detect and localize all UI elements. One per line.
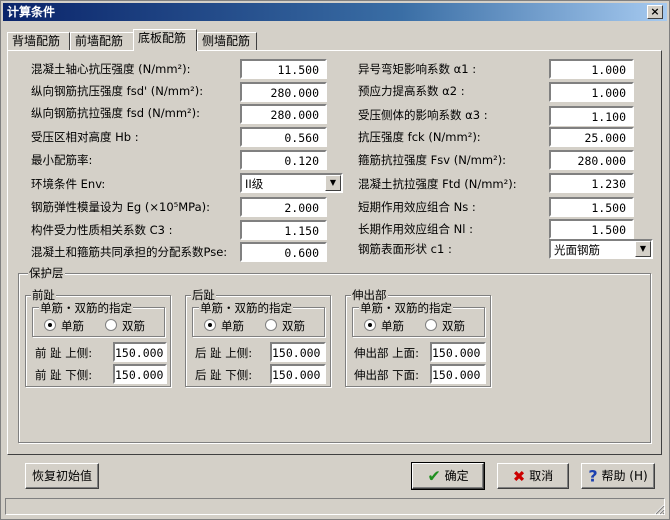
single-radio[interactable] [44,319,56,331]
chevron-down-icon[interactable]: ▼ [635,241,651,257]
status-bar [5,498,665,515]
elastic-modulus-input[interactable]: 2.000 [240,197,327,217]
double-radio[interactable] [105,319,117,331]
ok-button[interactable]: ✔ 确定 [411,462,485,490]
single-radio[interactable] [204,319,216,331]
reset-defaults-button[interactable]: 恢复初始值 [25,463,99,489]
alpha2-input[interactable]: 1.000 [549,82,634,102]
help-icon: ? [588,466,598,486]
single-label: 单筋 [221,319,244,333]
rebar-spec-title: 单筋・双筋的指定 [359,301,453,315]
param-label: 预应力提高系数 α2 : [358,84,465,98]
param-label: 短期作用效应组合 Ns : [358,200,476,214]
title-bar: 计算条件 × [3,3,667,21]
ns-input[interactable]: 1.500 [549,197,634,217]
double-label: 双筋 [282,319,305,333]
param-label: 抗压强度 fck (N/mm²): [358,130,481,144]
param-label: 长期作用效应组合 Nl : [358,222,473,236]
rebar-tensile-strength-input[interactable]: 280.000 [240,104,327,124]
checkmark-icon: ✔ [427,466,441,486]
double-label: 双筋 [122,319,145,333]
front-toe-top-label: 前 趾 上侧: [35,346,93,360]
extension-bottom-input[interactable]: 150.000 [430,364,486,384]
fsv-input[interactable]: 280.000 [549,150,634,170]
param-label: 钢筋弹性模量设为 Eg (×10⁵MPa): [31,200,210,214]
param-label: 受压区相对高度 Hb : [31,130,139,144]
environment-value: II级 [245,177,264,191]
extension-top-input[interactable]: 150.000 [430,342,486,362]
rebar-compressive-strength-input[interactable]: 280.000 [240,82,327,102]
param-label: 纵向钢筋抗压强度 fsd' (N/mm²): [31,84,204,98]
rebar-spec-title: 单筋・双筋的指定 [39,301,133,315]
environment-select[interactable]: II级 ▼ [240,173,343,193]
close-icon: ✖ [512,467,526,486]
min-reinforcement-ratio-input[interactable]: 0.120 [240,150,327,170]
param-label: 箍筋抗拉强度 Fsv (N/mm²): [358,153,507,167]
help-button[interactable]: ? 帮助 (H) [581,463,655,489]
alpha3-input[interactable]: 1.100 [549,106,634,126]
front-toe-title: 前趾 [31,288,56,302]
front-toe-bottom-label: 前 趾 下侧: [35,368,93,382]
tab-front-wall[interactable]: 前墙配筋 [70,32,134,51]
extension-title: 伸出部 [351,288,388,302]
param-label: 异号弯矩影响系数 α1 : [358,62,477,76]
surface-shape-select[interactable]: 光面钢筋 ▼ [549,239,653,259]
rebar-spec-title: 单筋・双筋的指定 [199,301,293,315]
resize-grip-icon[interactable] [653,503,665,515]
param-label: 钢筋表面形状 c1 : [358,242,452,256]
c3-coefficient-input[interactable]: 1.150 [240,220,327,240]
concrete-compressive-strength-input[interactable]: 11.500 [240,59,327,79]
single-label: 单筋 [61,319,84,333]
param-label: 纵向钢筋抗拉强度 fsd (N/mm²): [31,106,200,120]
tab-base-slab[interactable]: 底板配筋 [133,29,197,51]
tab-panel: 混凝土轴心抗压强度 (N/mm²): 纵向钢筋抗压强度 fsd' (N/mm²)… [7,50,662,455]
cover-group-title: 保护层 [28,266,65,280]
rear-toe-bottom-input[interactable]: 150.000 [270,364,326,384]
single-radio[interactable] [364,319,376,331]
tab-back-wall[interactable]: 背墙配筋 [7,32,70,51]
window-title: 计算条件 [7,5,56,19]
double-radio[interactable] [265,319,277,331]
tab-side-wall[interactable]: 侧墙配筋 [197,32,257,51]
distribution-coefficient-input[interactable]: 0.600 [240,242,327,262]
close-button[interactable]: × [647,5,663,19]
rear-toe-top-input[interactable]: 150.000 [270,342,326,362]
param-label: 混凝土抗拉强度 Ftd (N/mm²): [358,177,517,191]
single-label: 单筋 [381,319,404,333]
param-label: 混凝土和箍筋共同承担的分配系数Pse: [31,245,228,259]
relative-height-input[interactable]: 0.560 [240,127,327,147]
front-toe-bottom-input[interactable]: 150.000 [113,364,167,384]
nl-input[interactable]: 1.500 [549,219,634,239]
param-label: 最小配筋率: [31,153,93,167]
param-label: 环境条件 Env: [31,177,106,191]
rear-toe-bottom-label: 后 趾 下侧: [195,368,253,382]
param-label: 受压侧体的影响系数 α3 : [358,108,488,122]
param-label: 构件受力性质相关系数 C3 : [31,223,173,237]
double-label: 双筋 [442,319,465,333]
alpha1-input[interactable]: 1.000 [549,59,634,79]
cancel-label: 取消 [529,469,554,483]
chevron-down-icon[interactable]: ▼ [325,175,341,191]
extension-bottom-label: 伸出部 下面: [354,368,420,382]
dialog-window: 计算条件 × 背墙配筋 前墙配筋 底板配筋 侧墙配筋 混凝土轴心抗压强度 (N/… [0,0,670,520]
cancel-button[interactable]: ✖ 取消 [497,463,569,489]
front-toe-top-input[interactable]: 150.000 [113,342,167,362]
param-label: 混凝土轴心抗压强度 (N/mm²): [31,62,191,76]
surface-shape-value: 光面钢筋 [554,243,600,257]
rear-toe-top-label: 后 趾 上侧: [195,346,253,360]
ok-label: 确定 [444,469,469,483]
extension-top-label: 伸出部 上面: [354,346,420,360]
double-radio[interactable] [425,319,437,331]
ftd-input[interactable]: 1.230 [549,173,634,193]
fck-input[interactable]: 25.000 [549,127,634,147]
help-label: 帮助 (H) [601,469,648,483]
rear-toe-title: 后趾 [191,288,216,302]
